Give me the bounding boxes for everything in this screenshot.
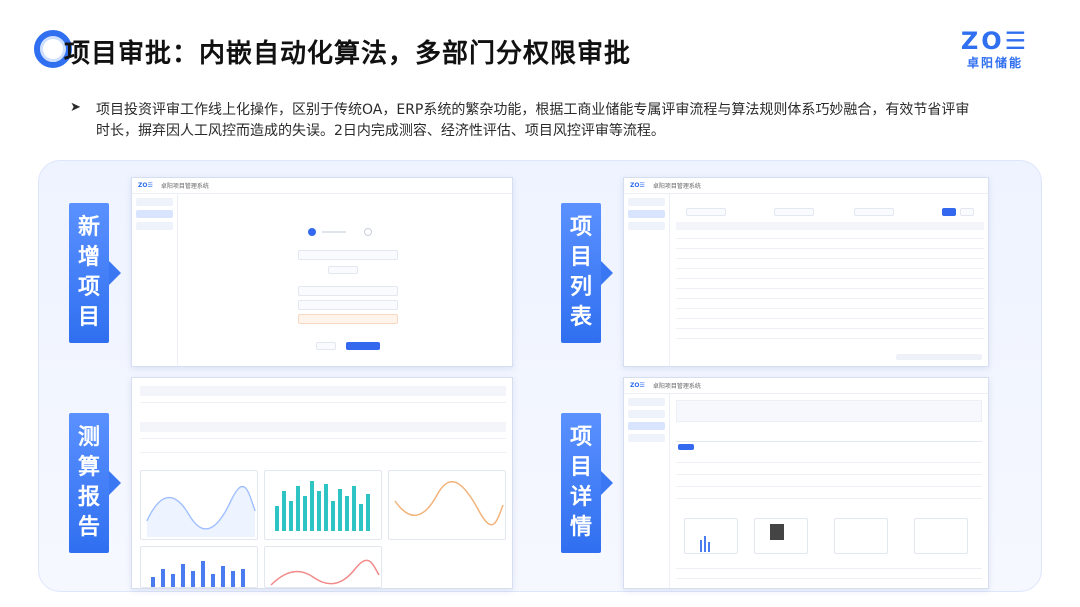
bar-chart-2 [140, 546, 258, 588]
slide: 项目审批：内嵌自动化算法，多部门分权限审批 ZO☰ 卓阳储能 ➤ 项目投资评审工… [0, 0, 1080, 607]
screenshot-new-project: ZO☰ 卓阳项目管理系统 [131, 177, 513, 367]
label-detail: 项 目 详 情 [561, 413, 613, 553]
chart-bar [303, 496, 307, 531]
chart-bar [201, 561, 205, 587]
chart-bar [345, 496, 349, 531]
label-char: 项 [77, 275, 100, 300]
arrow-bullet-icon: ➤ [70, 100, 81, 115]
label-char: 告 [77, 515, 100, 540]
label-char: 报 [77, 485, 100, 510]
page-title: 项目审批：内嵌自动化算法，多部门分权限审批 [64, 39, 632, 69]
label-char: 测 [77, 425, 100, 450]
label-char: 项 [569, 215, 592, 240]
screenshot-report [131, 377, 513, 589]
line-chart-3 [264, 546, 382, 588]
app-header: ZO☰ 卓阳项目管理系统 [624, 378, 988, 394]
chart-bar [231, 571, 235, 587]
line-chart-svg [270, 559, 380, 586]
chart-bar [211, 574, 215, 587]
label-char: 目 [569, 245, 592, 270]
chart-bar [366, 493, 370, 531]
chart-bar [171, 574, 175, 587]
chart-bar [338, 488, 342, 531]
chart-bar [275, 506, 279, 531]
label-char: 详 [569, 485, 592, 510]
chart-bar [324, 483, 328, 531]
chart-bar [296, 486, 300, 531]
chart-bar [289, 501, 293, 531]
app-header: ZO☰ 卓阳项目管理系统 [624, 178, 988, 194]
app-sidebar [132, 194, 178, 366]
brand-logo: ZO☰ 卓阳储能 [960, 28, 1030, 71]
app-sidebar [624, 194, 670, 366]
chart-bar [331, 501, 335, 531]
chart-bar [317, 491, 321, 531]
label-char: 列 [569, 275, 592, 300]
chart-bar [241, 568, 245, 587]
line-chart-1 [140, 470, 258, 540]
chart-bar [161, 568, 165, 587]
chart-bar [151, 576, 155, 587]
bar-chart-1 [264, 470, 382, 540]
chart-bar [359, 503, 363, 531]
app-header: ZO☰ 卓阳项目管理系统 [132, 178, 512, 194]
label-char: 目 [77, 305, 100, 330]
app-sidebar [624, 394, 670, 588]
label-char: 表 [569, 305, 592, 330]
label-char: 目 [569, 455, 592, 480]
chart-bar [191, 571, 195, 587]
chart-bar [310, 481, 314, 531]
line-chart-svg [146, 485, 256, 537]
line-chart-svg [394, 481, 504, 526]
label-report: 测 算 报 告 [69, 413, 121, 553]
label-char: 情 [569, 515, 592, 540]
chart-bar [282, 491, 286, 531]
screenshot-project-detail: ZO☰ 卓阳项目管理系统 [623, 377, 989, 589]
label-new-project: 新 增 项 目 [69, 203, 121, 343]
brand-name: 卓阳储能 [966, 56, 1023, 70]
screenshot-panel: 新 增 项 目 项 目 列 表 测 算 报 告 项 目 详 情 ZO☰ 卓阳项目管… [38, 160, 1042, 592]
label-char: 算 [77, 455, 100, 480]
chart-bar [352, 486, 356, 531]
chart-bar [181, 563, 185, 587]
label-char: 项 [569, 425, 592, 450]
screenshot-project-list: ZO☰ 卓阳项目管理系统 [623, 177, 989, 367]
bullet-text: 项目投资评审工作线上化操作，区别于传统OA，ERP系统的繁杂功能，根据工商业储能… [96, 102, 970, 139]
label-char: 新 [77, 215, 100, 240]
label-char: 增 [77, 245, 100, 270]
chart-bar [221, 566, 225, 587]
label-project-list: 项 目 列 表 [561, 203, 613, 343]
brand-mark: ZO☰ [960, 27, 1030, 55]
line-chart-2 [388, 470, 506, 540]
